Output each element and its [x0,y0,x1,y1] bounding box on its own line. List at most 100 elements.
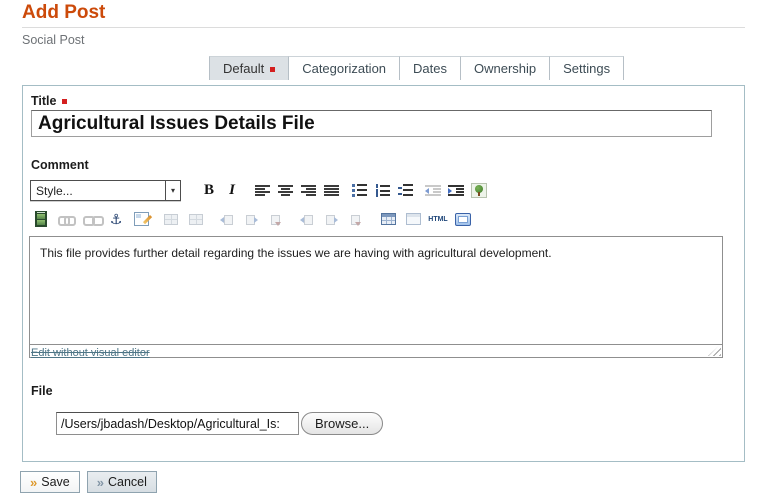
remove-column-icon[interactable] [265,209,287,229]
style-select-value: Style... [31,184,165,198]
remove-row-icon[interactable] [345,209,367,229]
table-style-glyph [406,213,421,225]
tab-default-label: Default [223,61,264,76]
insert-image-glyph [471,183,487,198]
indent-icon[interactable] [446,180,466,200]
form-tabs: Default Categorization Dates Ownership S… [209,56,624,80]
add-column-after-icon[interactable] [240,209,262,229]
table-interior-icon[interactable] [185,209,207,229]
add-row-before-icon[interactable] [295,209,317,229]
required-marker-icon [270,67,275,72]
editor-toolbar-row-1: B I [199,178,492,202]
table-cell-glyph [164,214,178,225]
comment-field-label: Comment [31,158,89,172]
page-subtitle: Social Post [22,33,85,47]
remove-column-glyph [270,213,283,226]
html-source-icon[interactable]: HTML [427,209,449,229]
add-column-before-glyph [220,213,233,226]
outdent-glyph [425,185,441,196]
align-center-icon[interactable] [275,180,295,200]
bullet-list-icon[interactable] [349,180,369,200]
chevron-down-icon: ▾ [165,181,180,200]
cancel-bullet-icon: » [97,476,104,489]
edit-table-glyph [134,212,149,226]
save-bullet-icon: » [30,476,37,489]
add-post-page: Add Post Social Post Default Categorizat… [0,0,768,498]
italic-icon[interactable]: I [222,180,242,200]
insert-image-icon[interactable] [469,180,489,200]
file-field-label: File [31,384,53,398]
table-cell-icon[interactable] [160,209,182,229]
tab-settings-label: Settings [563,61,610,76]
bold-glyph: B [204,182,214,199]
justify-icon[interactable] [321,180,341,200]
save-button-label: Save [41,475,70,489]
insert-table-icon[interactable] [377,209,399,229]
tab-dates[interactable]: Dates [400,56,461,80]
definition-list-icon[interactable] [395,180,415,200]
insert-media-glyph [35,211,47,227]
tab-categorization[interactable]: Categorization [289,56,400,80]
insert-media-icon[interactable] [30,209,52,229]
comment-editor[interactable]: This file provides further detail regard… [29,236,723,358]
form-buttons: » Save » Cancel [20,471,157,493]
resize-grip-icon[interactable] [708,344,721,356]
insert-table-glyph [381,213,396,225]
title-field-label: Title [31,94,67,108]
page-title: Add Post [22,2,745,24]
indent-glyph [448,185,464,196]
save-button[interactable]: » Save [20,471,80,493]
tab-dates-label: Dates [413,61,447,76]
table-style-icon[interactable] [402,209,424,229]
edit-without-visual-editor-link[interactable]: Edit without visual editor [31,347,150,359]
align-right-icon[interactable] [298,180,318,200]
anchor-icon[interactable]: ⚓ [105,209,127,229]
file-upload-row: Browse... [56,412,383,435]
title-label-text: Title [31,94,56,108]
tab-settings[interactable]: Settings [550,56,624,80]
file-path-input[interactable] [56,412,299,435]
add-column-before-icon[interactable] [215,209,237,229]
add-row-after-glyph [325,213,338,226]
align-center-glyph [278,185,293,196]
bold-icon[interactable]: B [199,180,219,200]
style-select[interactable]: Style... ▾ [30,180,181,201]
table-interior-glyph [189,214,203,225]
definition-list-glyph [398,184,413,197]
link-icon[interactable] [55,209,77,229]
numbered-list-icon[interactable] [372,180,392,200]
zoom-editor-glyph [455,213,471,226]
outdent-icon[interactable] [423,180,443,200]
page-header: Add Post [22,2,745,28]
align-left-glyph [255,185,270,196]
tab-categorization-label: Categorization [302,61,386,76]
form-panel: Title Comment Style... ▾ B I ⚓ [22,85,745,462]
link-glyph [58,214,74,224]
editor-divider [30,344,722,345]
tab-ownership[interactable]: Ownership [461,56,550,80]
justify-glyph [324,185,339,196]
unlink-icon[interactable] [80,209,102,229]
browse-button[interactable]: Browse... [301,412,383,435]
add-row-after-icon[interactable] [320,209,342,229]
comment-editor-text[interactable]: This file provides further detail regard… [30,237,722,269]
align-left-icon[interactable] [252,180,272,200]
required-marker-icon [62,99,67,104]
add-row-before-glyph [300,213,313,226]
html-glyph: HTML [428,216,447,223]
italic-glyph: I [229,182,235,199]
anchor-glyph: ⚓ [110,212,123,226]
numbered-list-glyph [375,184,390,197]
remove-row-glyph [350,213,363,226]
title-input[interactable] [31,110,712,137]
edit-table-icon[interactable] [130,209,152,229]
zoom-editor-icon[interactable] [452,209,474,229]
bullet-list-glyph [352,184,367,197]
add-column-after-glyph [245,213,258,226]
cancel-button[interactable]: » Cancel [87,471,157,493]
tab-ownership-label: Ownership [474,61,536,76]
unlink-glyph [83,214,99,224]
editor-toolbar-row-2: ⚓ HTML [30,208,477,230]
cancel-button-label: Cancel [108,475,147,489]
tab-default[interactable]: Default [209,56,289,80]
